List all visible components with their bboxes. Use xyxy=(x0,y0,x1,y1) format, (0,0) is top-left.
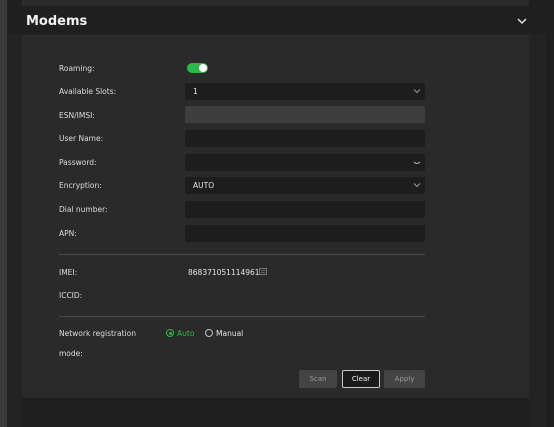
eye-icon[interactable] xyxy=(413,158,421,166)
modems-panel: Modems Roaming: Available Slots: 1 ESN/I… xyxy=(7,6,547,427)
scan-button[interactable]: Scan xyxy=(299,370,337,388)
dial-number-label: Dial number: xyxy=(59,205,108,214)
clear-button[interactable]: Clear xyxy=(342,370,380,388)
divider xyxy=(59,316,425,317)
imei-label: IMEI: xyxy=(59,268,78,277)
copy-icon[interactable] xyxy=(259,267,268,276)
modems-form: Roaming: Available Slots: 1 ESN/IMSI: Us… xyxy=(22,35,529,398)
encryption-select[interactable]: AUTO xyxy=(185,177,425,194)
chevron-down-icon xyxy=(413,89,421,94)
esn-imsi-field xyxy=(185,106,425,123)
imei-value: 868371051114961 xyxy=(188,268,260,277)
panel-footer xyxy=(22,398,529,427)
radio-auto-label: Auto xyxy=(177,329,195,338)
apply-button[interactable]: Apply xyxy=(384,370,425,388)
radio-auto[interactable] xyxy=(166,329,174,337)
user-name-field[interactable] xyxy=(185,130,425,147)
available-slots-select[interactable]: 1 xyxy=(185,83,425,100)
iccid-label: ICCID: xyxy=(59,291,83,300)
network-registration-label: Network registration xyxy=(59,329,136,338)
window-edge xyxy=(0,0,7,427)
chevron-down-icon[interactable] xyxy=(517,16,527,26)
encryption-value: AUTO xyxy=(193,181,215,190)
apn-label: APN: xyxy=(59,229,77,238)
chevron-down-icon xyxy=(413,183,421,188)
radio-manual[interactable] xyxy=(205,329,213,337)
section-title: Modems xyxy=(26,14,88,29)
password-label: Password: xyxy=(59,158,97,167)
radio-manual-label: Manual xyxy=(216,329,244,338)
network-registration-label-line2: mode: xyxy=(59,349,83,358)
encryption-label: Encryption: xyxy=(59,181,102,190)
roaming-label: Roaming: xyxy=(59,64,95,73)
available-slots-value: 1 xyxy=(193,87,198,96)
divider xyxy=(59,254,425,255)
dial-number-field[interactable] xyxy=(185,201,425,218)
section-header[interactable]: Modems xyxy=(7,6,547,34)
available-slots-label: Available Slots: xyxy=(59,87,117,96)
password-field[interactable] xyxy=(185,154,425,171)
user-name-label: User Name: xyxy=(59,134,104,143)
esn-imsi-label: ESN/IMSI: xyxy=(59,111,95,120)
apn-field[interactable] xyxy=(185,225,425,242)
roaming-toggle[interactable] xyxy=(187,63,208,73)
toggle-knob xyxy=(199,64,207,72)
